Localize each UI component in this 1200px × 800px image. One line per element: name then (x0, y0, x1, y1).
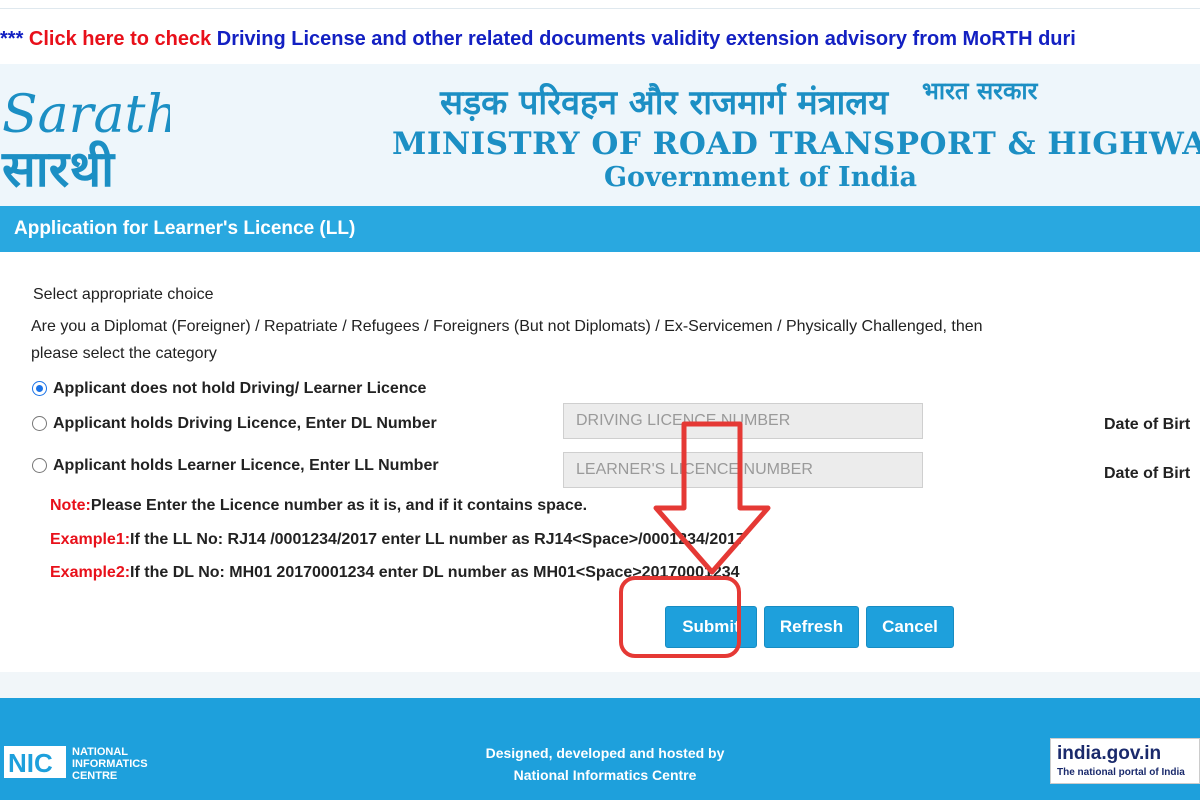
select-choice-label: Select appropriate choice (33, 286, 214, 303)
india-gov-subtext: The national portal of India (1057, 767, 1185, 778)
ministry-hindi-title: सड़क परिवहन और राजमार्ग मंत्रालय (440, 83, 889, 123)
advisory-marquee[interactable]: *** Click here to check Driving License … (0, 28, 1200, 64)
radio-holds-dl[interactable] (32, 416, 47, 431)
logo-hindi: सारथी (1, 140, 116, 198)
example1-line: Example1:If the LL No: RJ14 /0001234/201… (50, 531, 745, 549)
nic-line3: CENTRE (72, 770, 117, 782)
dob-label-dl: Date of Birt (1104, 416, 1191, 433)
option-holds-dl-label[interactable]: Applicant holds Driving Licence, Enter D… (53, 415, 437, 433)
footer-credits: Designed, developed and hosted by Nation… (460, 742, 750, 786)
example1-text: If the LL No: RJ14 /0001234/2017 enter L… (130, 531, 745, 548)
category-instruction-line1: Are you a Diplomat (Foreigner) / Repatri… (31, 318, 983, 335)
marquee-prefix: *** (0, 28, 29, 50)
page-title: Application for Learner's Licence (LL) (14, 218, 356, 239)
page-title-bar: Application for Learner's Licence (LL) (0, 206, 1200, 252)
example2-line: Example2:If the DL No: MH01 20170001234 … (50, 564, 740, 582)
example1-label: Example1: (50, 531, 131, 548)
government-hindi-label: भारत सरकार (922, 76, 1038, 105)
ministry-title: MINISTRY OF ROAD TRANSPORT & HIGHWAYS (392, 126, 1200, 162)
radio-holds-ll[interactable] (32, 458, 47, 473)
top-border (0, 0, 1200, 9)
logo-latin: Sarathi (2, 85, 170, 145)
credit-line1: Designed, developed and hosted by (485, 745, 725, 761)
sarathi-logo[interactable]: Sarathi सारथी (0, 70, 170, 202)
ll-number-input[interactable] (563, 452, 923, 488)
refresh-button[interactable]: Refresh (764, 606, 859, 648)
category-instruction-line2: please select the category (31, 345, 217, 362)
credit-line2: National Informatics Centre (513, 767, 697, 783)
site-footer: NIC NATIONAL INFORMATICS CENTRE Designed… (0, 698, 1200, 800)
radio-no-licence[interactable] (32, 381, 47, 396)
example2-text: If the DL No: MH01 20170001234 enter DL … (130, 564, 740, 581)
advisory-link[interactable]: Click here to check (29, 28, 211, 50)
government-label: Government of India (604, 162, 917, 193)
example2-label: Example2: (50, 564, 131, 581)
note-line: Note:Please Enter the Licence number as … (50, 497, 587, 515)
site-header: Sarathi सारथी सड़क परिवहन और राजमार्ग मं… (0, 64, 1200, 206)
svg-text:NIC: NIC (8, 748, 53, 778)
nic-logo[interactable]: NIC NATIONAL INFORMATICS CENTRE (2, 742, 172, 782)
option-holds-ll-label[interactable]: Applicant holds Learner Licence, Enter L… (53, 457, 439, 475)
option-no-licence-label[interactable]: Applicant does not hold Driving/ Learner… (53, 380, 426, 398)
footer-spacer (0, 672, 1200, 698)
marquee-text: Driving License and other related docume… (211, 28, 1076, 50)
india-gov-text: india.gov.in (1057, 743, 1162, 764)
nic-line2: INFORMATICS (72, 758, 148, 770)
nic-line1: NATIONAL (72, 746, 128, 758)
submit-button[interactable]: Submit (665, 606, 757, 648)
application-form: Select appropriate choice Are you a Dipl… (0, 252, 1200, 673)
note-label: Note: (50, 497, 91, 514)
dl-number-input[interactable] (563, 403, 923, 439)
dob-label-ll: Date of Birt (1104, 465, 1191, 482)
note-text: Please Enter the Licence number as it is… (90, 497, 588, 514)
india-gov-logo[interactable]: india.gov.in The national portal of Indi… (1050, 738, 1200, 784)
cancel-button[interactable]: Cancel (866, 606, 954, 648)
